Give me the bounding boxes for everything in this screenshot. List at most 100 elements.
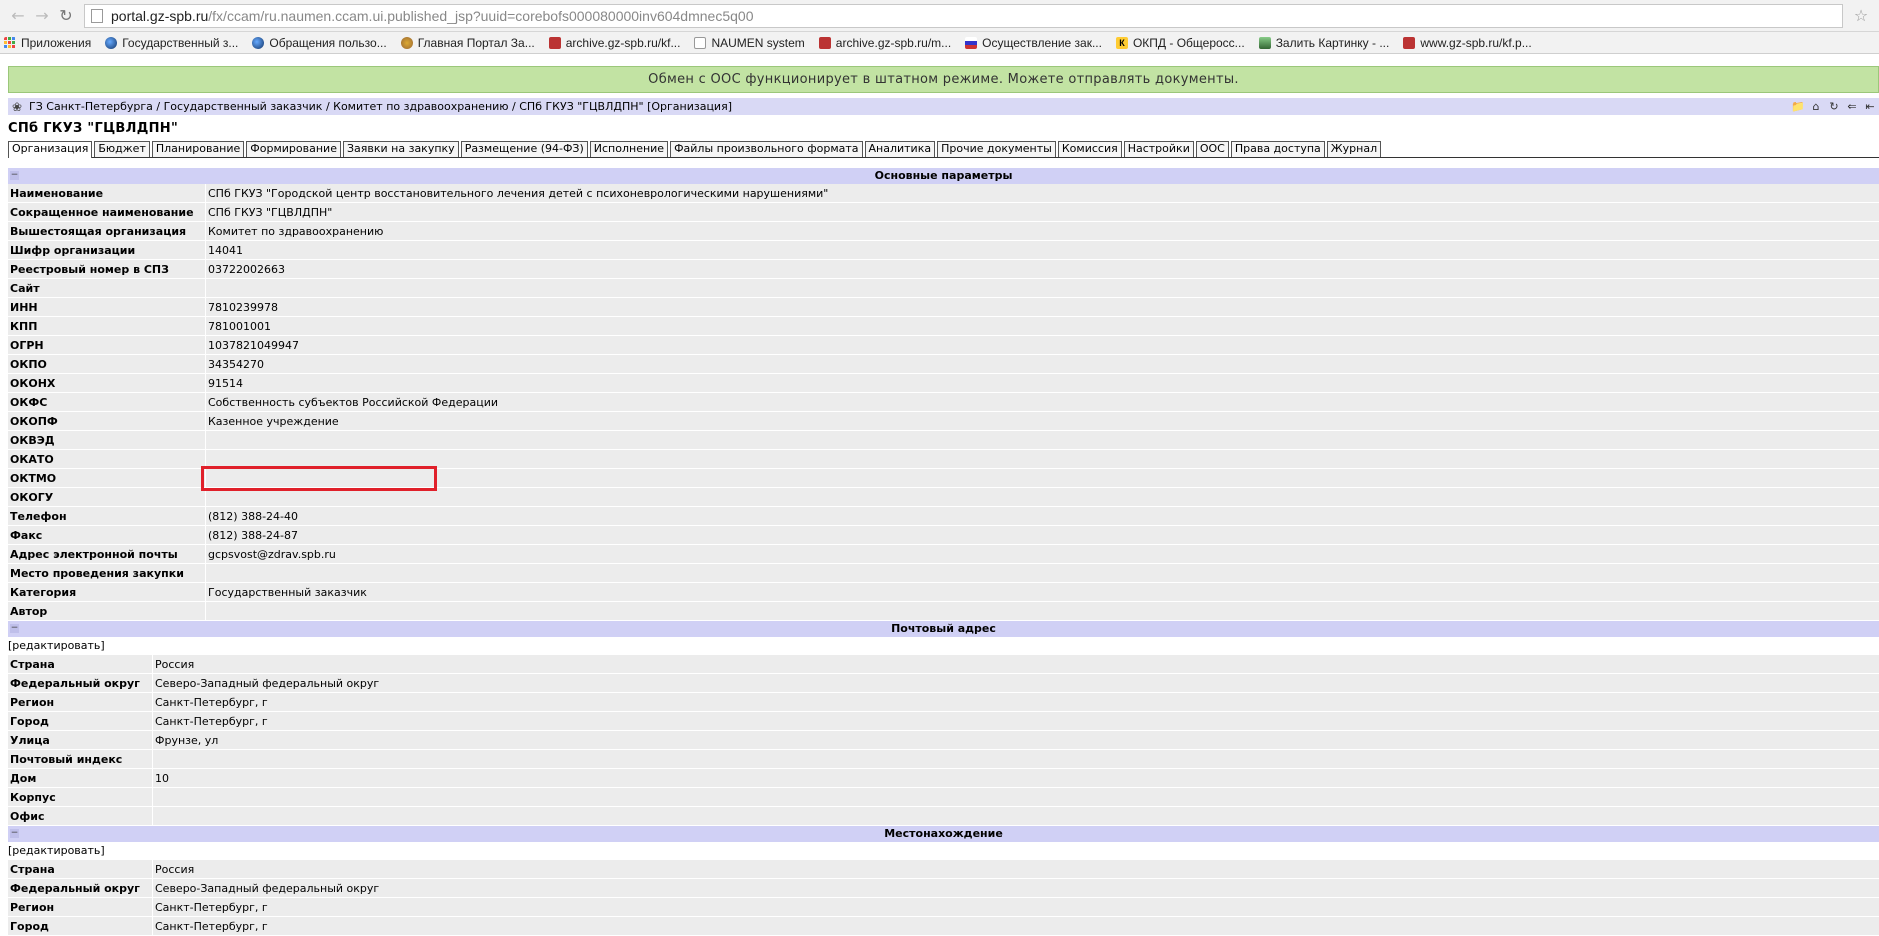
table-row: Корпус (8, 788, 1879, 807)
row-label: КПП (8, 317, 206, 336)
table-row: Дом10 (8, 769, 1879, 788)
table-row: ОКВЭД (8, 431, 1879, 450)
globe-icon (252, 37, 264, 49)
bookmark-item[interactable]: archive.gz-spb.ru/m... (819, 36, 951, 50)
main-params-table: НаименованиеСПб ГКУЗ "Городской центр во… (8, 184, 1879, 621)
table-row: УлицаФрунзе, ул (8, 731, 1879, 750)
home-icon[interactable]: ⌂ (1807, 99, 1825, 114)
row-value: (812) 388-24-87 (206, 526, 1879, 545)
bookmark-label: Главная Портал За... (418, 36, 535, 50)
forward-arrow-icon[interactable]: → (30, 4, 54, 28)
tab-item[interactable]: Формирование (246, 141, 341, 157)
row-label: ОГРН (8, 336, 206, 355)
row-label: Дом (8, 769, 153, 788)
row-label: Страна (8, 655, 153, 674)
postal-address-table: СтранаРоссияФедеральный округСеверо-Запа… (8, 655, 1879, 826)
table-row: РегионСанкт-Петербург, г (8, 898, 1879, 917)
table-row: ИНН7810239978 (8, 298, 1879, 317)
row-value: 1037821049947 (206, 336, 1879, 355)
bookmark-item[interactable]: Осуществление зак... (965, 36, 1102, 50)
row-label: ОКАТО (8, 450, 206, 469)
bookmark-item[interactable]: NAUMEN system (694, 36, 804, 50)
table-row: ОКОПФКазенное учреждение (8, 412, 1879, 431)
collapse-icon[interactable]: − (10, 829, 19, 838)
bookmark-item[interactable]: Обращения пользо... (252, 36, 386, 50)
flag-icon (965, 37, 977, 49)
section-header-main: − Основные параметры (8, 168, 1879, 184)
tab-item[interactable]: ООС (1196, 141, 1229, 157)
page-content: Обмен с ООС функционирует в штатном режи… (0, 56, 1879, 932)
postal-edit-link[interactable]: [редактировать] (8, 637, 1879, 655)
bookmark-item[interactable]: www.gz-spb.ru/kf.p... (1403, 36, 1531, 50)
row-value: СПб ГКУЗ "Городской центр восстановитель… (206, 184, 1879, 203)
exit-icon[interactable]: ⇤ (1861, 99, 1879, 114)
tab-item[interactable]: Настройки (1124, 141, 1194, 157)
collapse-icon[interactable]: − (10, 624, 19, 633)
tab-item[interactable]: Права доступа (1231, 141, 1325, 157)
row-value: Россия (153, 655, 1879, 674)
row-value: 91514 (206, 374, 1879, 393)
bookmark-item[interactable]: Залить Картинку - ... (1259, 36, 1390, 50)
section-header-location: − Местонахождение (8, 826, 1879, 842)
bookmark-label: NAUMEN system (711, 36, 804, 50)
tab-item[interactable]: Файлы произвольного формата (670, 141, 862, 157)
bookmark-item[interactable]: КОКПД - Общеросс... (1116, 36, 1245, 50)
back-arrow-icon[interactable]: ← (6, 4, 30, 28)
bookmark-item[interactable]: Главная Портал За... (401, 36, 535, 50)
table-row: Шифр организации14041 (8, 241, 1879, 260)
row-value (153, 807, 1879, 826)
tab-item[interactable]: Планирование (152, 141, 244, 157)
tab-item[interactable]: Бюджет (94, 141, 150, 157)
folder-icon[interactable]: 📁 (1789, 99, 1807, 114)
table-row: КПП781001001 (8, 317, 1879, 336)
address-bar[interactable]: portal.gz-spb.ru/fx/ccam/ru.naumen.ccam.… (84, 4, 1843, 28)
row-label: ОКПО (8, 355, 206, 374)
row-label: Страна (8, 860, 153, 879)
row-label: Шифр организации (8, 241, 206, 260)
image-icon (1259, 37, 1271, 49)
row-value (206, 469, 1879, 488)
bookmark-item[interactable]: Приложения (4, 36, 91, 50)
tab-item[interactable]: Организация (8, 141, 92, 158)
tab-item[interactable]: Комиссия (1058, 141, 1122, 157)
crest-icon (1403, 37, 1415, 49)
tab-item[interactable]: Журнал (1327, 141, 1381, 157)
table-row: РегионСанкт-Петербург, г (8, 693, 1879, 712)
row-value (206, 431, 1879, 450)
reload-icon[interactable]: ↻ (54, 4, 78, 28)
section-title: Местонахождение (884, 827, 1003, 840)
bookmark-item[interactable]: Государственный з... (105, 36, 238, 50)
table-row: НаименованиеСПб ГКУЗ "Городской центр во… (8, 184, 1879, 203)
tab-item[interactable]: Заявки на закупку (343, 141, 459, 157)
row-label: Федеральный округ (8, 674, 153, 693)
bookmark-star-icon[interactable]: ☆ (1849, 6, 1873, 25)
breadcrumb-text[interactable]: ГЗ Санкт-Петербурга / Государственный за… (29, 100, 732, 113)
tab-item[interactable]: Прочие документы (937, 141, 1056, 157)
table-row: ОКПО34354270 (8, 355, 1879, 374)
row-label: Место проведения закупки (8, 564, 206, 583)
row-label: Регион (8, 898, 153, 917)
row-value: Государственный заказчик (206, 583, 1879, 602)
row-value: Санкт-Петербург, г (153, 712, 1879, 731)
row-value: Северо-Западный федеральный округ (153, 879, 1879, 898)
tab-item[interactable]: Аналитика (865, 141, 936, 157)
bookmark-item[interactable]: archive.gz-spb.ru/kf... (549, 36, 681, 50)
browser-toolbar: ← → ↻ portal.gz-spb.ru/fx/ccam/ru.naumen… (0, 0, 1879, 32)
row-value: Россия (153, 860, 1879, 879)
collapse-icon[interactable]: − (10, 171, 19, 180)
row-label: ОКОПФ (8, 412, 206, 431)
back-icon[interactable]: ⇐ (1843, 99, 1861, 114)
row-value: Санкт-Петербург, г (153, 898, 1879, 917)
tab-item[interactable]: Размещение (94-ФЗ) (461, 141, 588, 157)
tab-bar: ОрганизацияБюджетПланированиеФормировани… (8, 141, 1879, 158)
row-label: Офис (8, 807, 153, 826)
tab-item[interactable]: Исполнение (590, 141, 668, 157)
table-row: СтранаРоссия (8, 655, 1879, 674)
refresh-icon[interactable]: ↻ (1825, 99, 1843, 114)
row-label: Сайт (8, 279, 206, 298)
table-row: ГородСанкт-Петербург, г (8, 712, 1879, 731)
breadcrumb-tools: 📁 ⌂ ↻ ⇐ ⇤ (1789, 99, 1879, 114)
row-value: (812) 388-24-40 (206, 507, 1879, 526)
row-value: Комитет по здравоохранению (206, 222, 1879, 241)
location-edit-link[interactable]: [редактировать] (8, 842, 1879, 860)
